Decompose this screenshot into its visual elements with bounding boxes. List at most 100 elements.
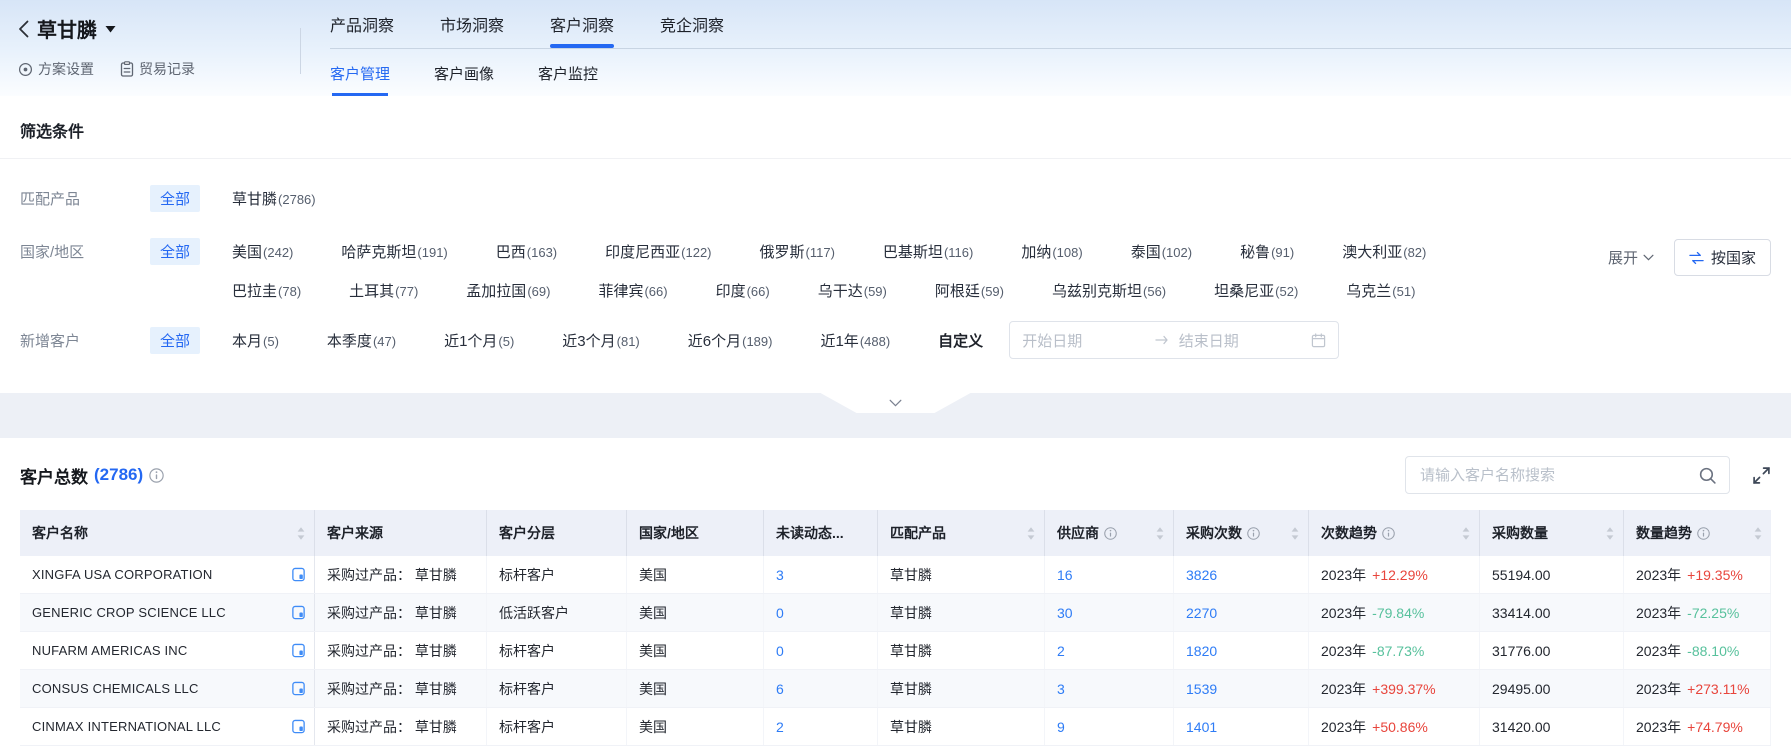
by-country-button[interactable]: 按国家	[1674, 239, 1771, 276]
filter-all-product[interactable]: 全部	[150, 185, 200, 212]
supplier-count-link[interactable]: 9	[1057, 719, 1065, 735]
purchase-count-link[interactable]: 1539	[1186, 681, 1217, 697]
filter-all-new-customer[interactable]: 全部	[150, 327, 200, 354]
company-report-icon[interactable]	[291, 681, 306, 696]
info-icon[interactable]	[1104, 527, 1117, 540]
calendar-icon[interactable]	[1311, 333, 1326, 348]
new-customer-option[interactable]: 本季度(47)	[327, 327, 396, 351]
country-option[interactable]: 俄罗斯(117)	[760, 238, 835, 262]
country-option[interactable]: 阿根廷(59)	[935, 277, 1004, 301]
country-option[interactable]: 泰国(102)	[1131, 238, 1192, 262]
new-customer-option[interactable]: 近3个月(81)	[562, 327, 639, 351]
search-input[interactable]	[1418, 466, 1698, 485]
country-option[interactable]: 乌克兰(51)	[1346, 277, 1415, 301]
new-customer-option[interactable]: 本月(5)	[232, 327, 279, 351]
primary-tab-4[interactable]: 竞企洞察	[660, 0, 724, 48]
sort-caret-icon[interactable]	[1290, 526, 1300, 541]
sort-caret-icon[interactable]	[1026, 526, 1036, 541]
primary-tab-2[interactable]: 市场洞察	[440, 0, 504, 48]
supplier-count-link[interactable]: 3	[1057, 681, 1065, 697]
purchase-count-link[interactable]: 2270	[1186, 605, 1217, 621]
expand-toggle[interactable]: 展开	[1608, 247, 1654, 268]
country-option[interactable]: 印度尼西亚(122)	[605, 238, 711, 262]
unread-count-link[interactable]: 0	[776, 605, 784, 621]
country-option[interactable]: 巴基斯坦(116)	[883, 238, 973, 262]
sort-caret-icon[interactable]	[296, 526, 306, 541]
country-option[interactable]: 美国(242)	[232, 238, 293, 262]
customer-name-link[interactable]: XINGFA USA CORPORATION	[32, 567, 212, 582]
country-option[interactable]: 乌兹别克斯坦(56)	[1052, 277, 1166, 301]
back-icon[interactable]	[18, 20, 29, 38]
table-row: XINGFA USA CORPORATION采购过产品： 草甘膦标杆客户美国3草…	[20, 556, 1771, 594]
country-option[interactable]: 加纳(108)	[1021, 238, 1082, 262]
unread-count-link[interactable]: 6	[776, 681, 784, 697]
company-report-icon[interactable]	[291, 605, 306, 620]
country-option[interactable]: 乌干达(59)	[818, 277, 887, 301]
country-option[interactable]: 哈萨克斯坦(191)	[341, 238, 447, 262]
info-icon[interactable]	[149, 468, 164, 483]
customer-name-link[interactable]: NUFARM AMERICAS INC	[32, 643, 187, 658]
search-icon[interactable]	[1698, 466, 1717, 485]
scheme-settings-button[interactable]: 方案设置	[18, 59, 94, 79]
unread-count-link[interactable]: 0	[776, 643, 784, 659]
country-option[interactable]: 坦桑尼亚(52)	[1214, 277, 1298, 301]
supplier-count-link[interactable]: 30	[1057, 605, 1073, 621]
company-report-icon[interactable]	[291, 643, 306, 658]
company-report-icon[interactable]	[291, 719, 306, 734]
product-title[interactable]: 草甘膦	[37, 14, 97, 43]
new-customer-option[interactable]: 近1年(488)	[820, 327, 890, 351]
supplier-count-link[interactable]: 16	[1057, 567, 1073, 583]
col-header-11[interactable]: 数量趋势	[1624, 510, 1771, 556]
country-option[interactable]: 菲律宾(66)	[598, 277, 667, 301]
product-dropdown-caret-icon[interactable]	[105, 25, 116, 33]
customer-name-link[interactable]: CINMAX INTERNATIONAL LLC	[32, 719, 221, 734]
country-option[interactable]: 孟加拉国(69)	[466, 277, 550, 301]
start-date-input[interactable]: 开始日期	[1022, 330, 1145, 351]
unread-count-link[interactable]: 3	[776, 567, 784, 583]
col-header-9[interactable]: 次数趋势	[1309, 510, 1480, 556]
country-option[interactable]: 秘鲁(91)	[1240, 238, 1294, 262]
info-icon[interactable]	[1247, 527, 1260, 540]
purchase-count-link[interactable]: 1401	[1186, 719, 1217, 735]
sort-caret-icon[interactable]	[1605, 526, 1615, 541]
primary-tab-1[interactable]: 产品洞察	[330, 0, 394, 48]
country-option[interactable]: 巴西(163)	[496, 238, 557, 262]
trend-year: 2023年	[1321, 717, 1366, 737]
customer-name-link[interactable]: CONSUS CHEMICALS LLC	[32, 681, 199, 696]
filter-all-country[interactable]: 全部	[150, 238, 200, 265]
new-customer-option[interactable]: 近6个月(189)	[688, 327, 773, 351]
custom-date-option[interactable]: 自定义	[938, 330, 983, 351]
col-header-6[interactable]: 匹配产品	[878, 510, 1045, 556]
primary-tab-3[interactable]: 客户洞察	[550, 0, 614, 48]
supplier-count-link[interactable]: 2	[1057, 643, 1065, 659]
country-option[interactable]: 澳大利亚(82)	[1342, 238, 1426, 262]
info-icon[interactable]	[1697, 527, 1710, 540]
sort-caret-icon[interactable]	[1155, 526, 1165, 541]
col-header-7[interactable]: 供应商	[1045, 510, 1174, 556]
purchase-count-link[interactable]: 3826	[1186, 567, 1217, 583]
secondary-tab-2[interactable]: 客户画像	[434, 49, 494, 97]
customer-name-link[interactable]: GENERIC CROP SCIENCE LLC	[32, 605, 226, 620]
country: 美国	[639, 565, 667, 585]
new-customer-option[interactable]: 近1个月(5)	[444, 327, 514, 351]
country-option[interactable]: 印度(66)	[716, 277, 770, 301]
trade-records-button[interactable]: 贸易记录	[120, 59, 195, 79]
purchase-count-link[interactable]: 1820	[1186, 643, 1217, 659]
country-option[interactable]: 土耳其(77)	[349, 277, 418, 301]
date-range-picker[interactable]: 开始日期 结束日期	[1009, 321, 1339, 359]
info-icon[interactable]	[1382, 527, 1395, 540]
product-option[interactable]: 草甘膦(2786)	[232, 185, 316, 209]
sort-caret-icon[interactable]	[1461, 526, 1471, 541]
secondary-tab-1[interactable]: 客户管理	[330, 49, 390, 97]
col-header-8[interactable]: 采购次数	[1174, 510, 1309, 556]
end-date-input[interactable]: 结束日期	[1179, 330, 1302, 351]
secondary-tab-3[interactable]: 客户监控	[538, 49, 598, 97]
sort-caret-icon[interactable]	[1753, 526, 1763, 541]
company-report-icon[interactable]	[291, 567, 306, 582]
col-header-10[interactable]: 采购数量	[1480, 510, 1624, 556]
col-header-1[interactable]: 客户名称	[20, 510, 315, 556]
unread-count-link[interactable]: 2	[776, 719, 784, 735]
collapse-filter-button[interactable]	[821, 393, 971, 413]
country-option[interactable]: 巴拉圭(78)	[232, 277, 301, 301]
fullscreen-icon[interactable]	[1752, 466, 1771, 485]
